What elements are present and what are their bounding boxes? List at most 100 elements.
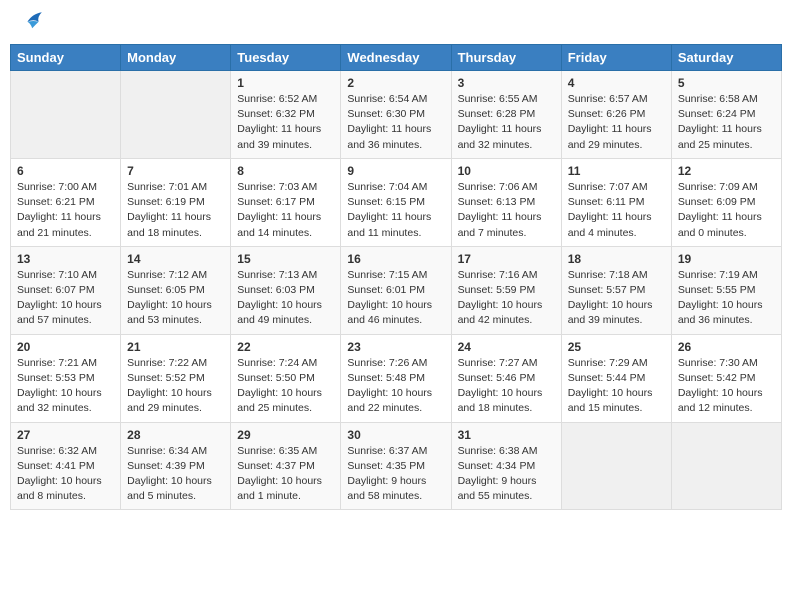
day-info: Sunrise: 7:21 AM Sunset: 5:53 PM Dayligh… (17, 356, 114, 417)
day-number: 29 (237, 428, 334, 442)
column-header-saturday: Saturday (671, 45, 781, 71)
day-number: 13 (17, 252, 114, 266)
day-cell (11, 71, 121, 159)
day-number: 12 (678, 164, 775, 178)
day-number: 14 (127, 252, 224, 266)
week-row-1: 1 Sunrise: 6:52 AM Sunset: 6:32 PM Daylig… (11, 71, 782, 159)
day-cell: 18Sunrise: 7:18 AM Sunset: 5:57 PM Dayli… (561, 246, 671, 334)
day-cell: 30Sunrise: 6:37 AM Sunset: 4:35 PM Dayli… (341, 422, 451, 510)
day-number: 28 (127, 428, 224, 442)
day-number: 15 (237, 252, 334, 266)
page-header (10, 10, 782, 36)
column-header-tuesday: Tuesday (231, 45, 341, 71)
day-cell: 23 Sunrise: 7:26 AM Sunset: 5:48 PM Dayli… (341, 334, 451, 422)
calendar-table: SundayMondayTuesdayWednesdayThursdayFrid… (10, 44, 782, 510)
day-number: 1 (237, 76, 334, 90)
day-info: Sunrise: 6:52 AM Sunset: 6:32 PM Dayligh… (237, 92, 334, 153)
day-info: Sunrise: 7:06 AM Sunset: 6:13 PM Dayligh… (458, 180, 555, 241)
day-info: Sunrise: 7:19 AM Sunset: 5:55 PM Dayligh… (678, 268, 775, 329)
day-info: Sunrise: 7:10 AM Sunset: 6:07 PM Dayligh… (17, 268, 114, 329)
day-cell: 25Sunrise: 7:29 AM Sunset: 5:44 PM Dayli… (561, 334, 671, 422)
column-header-monday: Monday (121, 45, 231, 71)
day-cell: 5 Sunrise: 6:58 AM Sunset: 6:24 PM Daylig… (671, 71, 781, 159)
logo-bird-icon (21, 10, 45, 32)
day-cell: 15 Sunrise: 7:13 AM Sunset: 6:03 PM Dayli… (231, 246, 341, 334)
day-number: 24 (458, 340, 555, 354)
day-cell: 4 Sunrise: 6:57 AM Sunset: 6:26 PM Daylig… (561, 71, 671, 159)
day-info: Sunrise: 7:12 AM Sunset: 6:05 PM Dayligh… (127, 268, 224, 329)
day-info: Sunrise: 6:54 AM Sunset: 6:30 PM Dayligh… (347, 92, 444, 153)
day-cell: 29 Sunrise: 6:35 AM Sunset: 4:37 PM Dayli… (231, 422, 341, 510)
day-info: Sunrise: 6:35 AM Sunset: 4:37 PM Dayligh… (237, 444, 334, 505)
day-cell: 8 Sunrise: 7:03 AM Sunset: 6:17 PM Daylig… (231, 158, 341, 246)
day-cell: 21 Sunrise: 7:22 AM Sunset: 5:52 PM Dayli… (121, 334, 231, 422)
day-info: Sunrise: 7:24 AM Sunset: 5:50 PM Dayligh… (237, 356, 334, 417)
day-info: Sunrise: 6:55 AM Sunset: 6:28 PM Dayligh… (458, 92, 555, 153)
day-cell (121, 71, 231, 159)
column-header-thursday: Thursday (451, 45, 561, 71)
day-number: 10 (458, 164, 555, 178)
column-header-sunday: Sunday (11, 45, 121, 71)
day-info: Sunrise: 7:18 AM Sunset: 5:57 PM Dayligh… (568, 268, 665, 329)
day-number: 6 (17, 164, 114, 178)
day-info: Sunrise: 6:58 AM Sunset: 6:24 PM Dayligh… (678, 92, 775, 153)
day-info: Sunrise: 7:26 AM Sunset: 5:48 PM Dayligh… (347, 356, 444, 417)
day-info: Sunrise: 7:07 AM Sunset: 6:11 PM Dayligh… (568, 180, 665, 241)
day-info: Sunrise: 7:13 AM Sunset: 6:03 PM Dayligh… (237, 268, 334, 329)
column-header-friday: Friday (561, 45, 671, 71)
day-cell: 11 Sunrise: 7:07 AM Sunset: 6:11 PM Dayli… (561, 158, 671, 246)
logo (18, 14, 45, 32)
day-cell: 3 Sunrise: 6:55 AM Sunset: 6:28 PM Daylig… (451, 71, 561, 159)
day-info: Sunrise: 7:09 AM Sunset: 6:09 PM Dayligh… (678, 180, 775, 241)
day-info: Sunrise: 7:22 AM Sunset: 5:52 PM Dayligh… (127, 356, 224, 417)
day-info: Sunrise: 6:34 AM Sunset: 4:39 PM Dayligh… (127, 444, 224, 505)
day-cell: 28 Sunrise: 6:34 AM Sunset: 4:39 PM Dayli… (121, 422, 231, 510)
day-cell: 9 Sunrise: 7:04 AM Sunset: 6:15 PM Daylig… (341, 158, 451, 246)
week-row-5: 27 Sunrise: 6:32 AM Sunset: 4:41 PM Dayli… (11, 422, 782, 510)
day-cell: 26Sunrise: 7:30 AM Sunset: 5:42 PM Dayli… (671, 334, 781, 422)
day-cell: 16Sunrise: 7:15 AM Sunset: 6:01 PM Dayli… (341, 246, 451, 334)
day-number: 11 (568, 164, 665, 178)
day-cell (561, 422, 671, 510)
day-cell: 10 Sunrise: 7:06 AM Sunset: 6:13 PM Dayli… (451, 158, 561, 246)
day-cell: 14 Sunrise: 7:12 AM Sunset: 6:05 PM Dayli… (121, 246, 231, 334)
day-info: Sunrise: 7:03 AM Sunset: 6:17 PM Dayligh… (237, 180, 334, 241)
week-row-4: 20 Sunrise: 7:21 AM Sunset: 5:53 PM Dayli… (11, 334, 782, 422)
day-cell: 7Sunrise: 7:01 AM Sunset: 6:19 PM Daylig… (121, 158, 231, 246)
day-cell: 19 Sunrise: 7:19 AM Sunset: 5:55 PM Dayli… (671, 246, 781, 334)
day-cell: 2Sunrise: 6:54 AM Sunset: 6:30 PM Daylig… (341, 71, 451, 159)
day-cell: 17 Sunrise: 7:16 AM Sunset: 5:59 PM Dayli… (451, 246, 561, 334)
day-info: Sunrise: 7:16 AM Sunset: 5:59 PM Dayligh… (458, 268, 555, 329)
day-info: Sunrise: 7:29 AM Sunset: 5:44 PM Dayligh… (568, 356, 665, 417)
day-info: Sunrise: 6:32 AM Sunset: 4:41 PM Dayligh… (17, 444, 114, 505)
week-row-2: 6 Sunrise: 7:00 AM Sunset: 6:21 PM Daylig… (11, 158, 782, 246)
column-header-wednesday: Wednesday (341, 45, 451, 71)
day-cell: 31Sunrise: 6:38 AM Sunset: 4:34 PM Dayli… (451, 422, 561, 510)
week-row-3: 13 Sunrise: 7:10 AM Sunset: 6:07 PM Dayli… (11, 246, 782, 334)
day-number: 17 (458, 252, 555, 266)
day-info: Sunrise: 6:38 AM Sunset: 4:34 PM Dayligh… (458, 444, 555, 505)
day-number: 19 (678, 252, 775, 266)
day-cell (671, 422, 781, 510)
day-info: Sunrise: 6:57 AM Sunset: 6:26 PM Dayligh… (568, 92, 665, 153)
day-number: 8 (237, 164, 334, 178)
day-cell: 12 Sunrise: 7:09 AM Sunset: 6:09 PM Dayli… (671, 158, 781, 246)
day-number: 5 (678, 76, 775, 90)
day-cell: 20 Sunrise: 7:21 AM Sunset: 5:53 PM Dayli… (11, 334, 121, 422)
day-info: Sunrise: 7:01 AM Sunset: 6:19 PM Dayligh… (127, 180, 224, 241)
day-info: Sunrise: 7:27 AM Sunset: 5:46 PM Dayligh… (458, 356, 555, 417)
day-cell: 6 Sunrise: 7:00 AM Sunset: 6:21 PM Daylig… (11, 158, 121, 246)
day-number: 21 (127, 340, 224, 354)
day-cell: 22 Sunrise: 7:24 AM Sunset: 5:50 PM Dayli… (231, 334, 341, 422)
day-number: 22 (237, 340, 334, 354)
day-number: 4 (568, 76, 665, 90)
day-cell: 27 Sunrise: 6:32 AM Sunset: 4:41 PM Dayli… (11, 422, 121, 510)
day-info: Sunrise: 7:00 AM Sunset: 6:21 PM Dayligh… (17, 180, 114, 241)
day-info: Sunrise: 7:04 AM Sunset: 6:15 PM Dayligh… (347, 180, 444, 241)
day-number: 26 (678, 340, 775, 354)
day-number: 27 (17, 428, 114, 442)
day-number: 20 (17, 340, 114, 354)
day-number: 3 (458, 76, 555, 90)
day-number: 9 (347, 164, 444, 178)
day-number: 23 (347, 340, 444, 354)
